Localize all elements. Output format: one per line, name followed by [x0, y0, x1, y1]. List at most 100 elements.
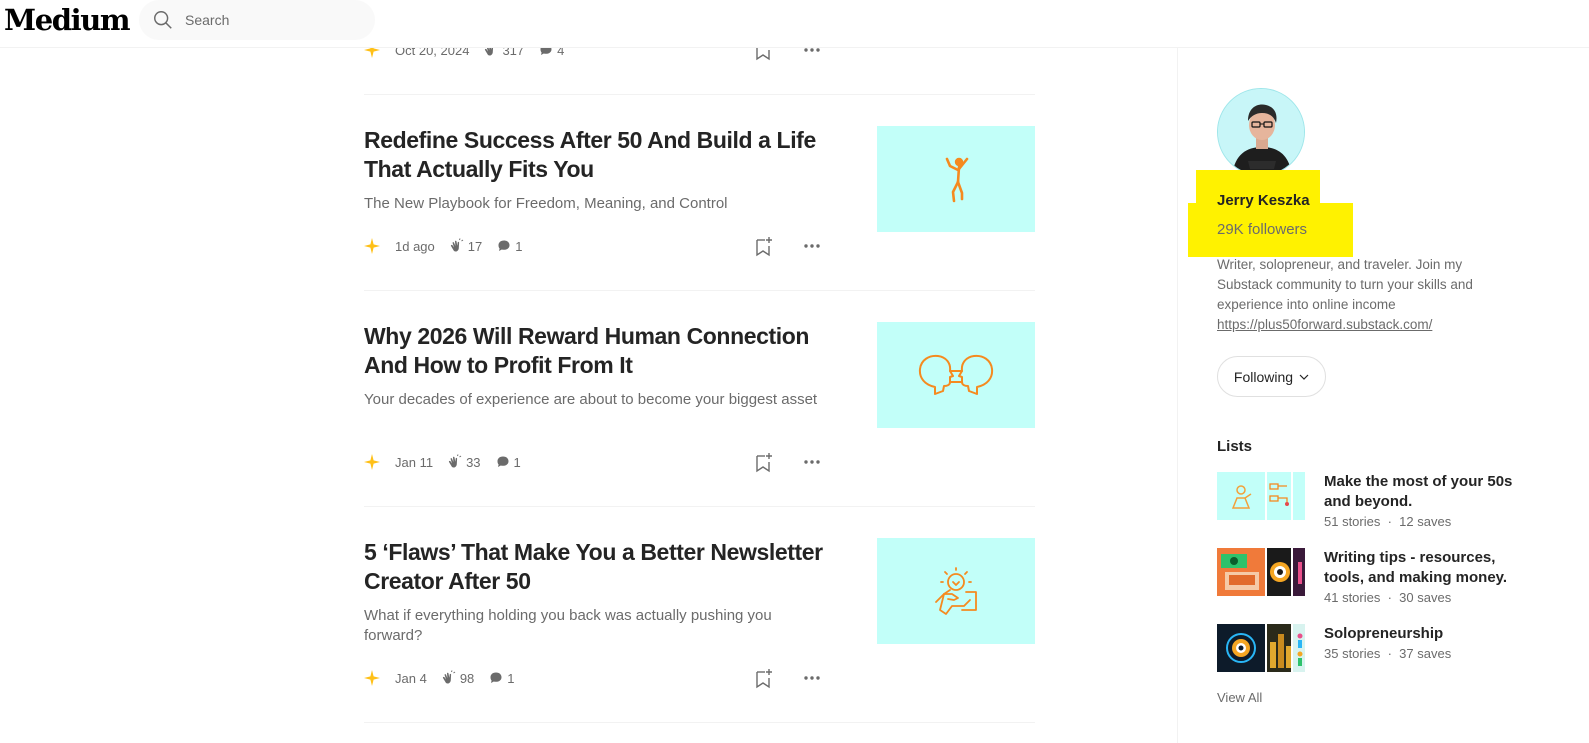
comment-icon — [490, 672, 502, 683]
list-saves: 12 saves — [1399, 514, 1452, 529]
list-cover-stack — [1217, 624, 1307, 672]
bio-link[interactable]: https://plus50forward.substack.com/ — [1217, 317, 1432, 332]
article-date: Jan 4 — [395, 670, 427, 686]
save-bookmark-button[interactable] — [753, 666, 775, 690]
list-cover — [1267, 472, 1293, 520]
meta-dot: · — [1384, 514, 1400, 529]
author-photo — [1218, 89, 1304, 175]
list-cover — [1293, 472, 1307, 520]
search-box[interactable] — [139, 0, 375, 40]
meta-dot: · — [1384, 590, 1400, 605]
target-icon — [1270, 562, 1290, 582]
clap-icon — [442, 670, 456, 684]
top-nav-bar: Medium — [0, 0, 1589, 48]
following-label: Following — [1233, 368, 1294, 385]
city-icon — [1270, 634, 1291, 668]
article-date: 1d ago — [395, 238, 435, 254]
article-title[interactable]: Why 2026 Will Reward Human Connection An… — [364, 322, 834, 380]
figure-icon — [1298, 562, 1302, 584]
claps-value: 17 — [467, 238, 483, 254]
comments-count[interactable]: 1 — [496, 238, 522, 254]
lists-heading: Lists — [1217, 438, 1253, 455]
save-bookmark-button[interactable] — [753, 450, 775, 474]
list-item[interactable]: Solopreneurship 35 stories · 37 saves — [1217, 624, 1547, 674]
list-item[interactable]: Make the most of your 50s and beyond. 51… — [1217, 472, 1547, 529]
claps-value: 98 — [459, 670, 475, 686]
more-icon — [804, 460, 820, 464]
two-heads-connection-icon — [918, 354, 994, 395]
article-thumbnail[interactable] — [877, 322, 1035, 428]
list-cover — [1217, 624, 1267, 672]
list-meta: 41 stories · 30 saves — [1324, 590, 1451, 605]
search-input[interactable] — [185, 12, 355, 28]
sidebar-divider — [1177, 48, 1178, 743]
article-meta-row: 1d ago 17 1 — [364, 234, 824, 258]
claps-count[interactable]: 17 — [449, 238, 482, 254]
author-bio: Writer, solopreneur, and traveler. Join … — [1217, 255, 1497, 335]
list-cover-stack — [1217, 472, 1307, 520]
comments-count[interactable]: 1 — [495, 454, 521, 470]
comments-value: 1 — [507, 670, 515, 686]
avatar[interactable] — [1217, 88, 1305, 176]
comment-icon — [498, 240, 510, 251]
feed-divider — [364, 506, 1035, 507]
flowchart-icon — [1269, 483, 1289, 506]
list-meta: 51 stories · 12 saves — [1324, 514, 1451, 529]
list-stories: 51 stories — [1324, 514, 1381, 529]
list-cover — [1267, 624, 1293, 672]
people-icon — [1297, 633, 1303, 666]
list-cover — [1267, 548, 1293, 596]
list-title[interactable]: Make the most of your 50s and beyond. — [1324, 472, 1539, 512]
list-cover — [1217, 472, 1267, 520]
list-title[interactable]: Solopreneurship — [1324, 624, 1539, 644]
list-title[interactable]: Writing tips - resources, tools, and mak… — [1324, 548, 1539, 588]
more-options-button[interactable] — [800, 450, 824, 474]
list-cover — [1293, 624, 1307, 672]
article-meta-row: Jan 11 33 1 — [364, 450, 824, 474]
article-title[interactable]: 5 ‘Flaws’ That Make You a Better Newslet… — [364, 538, 834, 596]
save-bookmark-button[interactable] — [753, 234, 775, 258]
article-thumbnail[interactable] — [877, 538, 1035, 644]
list-cover-stack — [1217, 548, 1307, 596]
list-saves: 30 saves — [1399, 590, 1452, 605]
article-thumbnail[interactable] — [877, 126, 1035, 232]
medium-logo[interactable]: Medium — [4, 3, 131, 37]
hand-holding-lightbulb-icon — [935, 567, 977, 615]
claps-count[interactable]: 33 — [447, 454, 481, 470]
more-icon — [804, 244, 820, 248]
feed-divider — [364, 94, 1035, 95]
list-stories: 35 stories — [1324, 646, 1381, 661]
more-options-button[interactable] — [800, 234, 824, 258]
comments-value: 1 — [513, 454, 521, 470]
comment-icon — [497, 456, 509, 467]
person-with-chart-icon — [1231, 485, 1252, 509]
bookmark-add-icon — [756, 237, 772, 257]
member-star-icon — [364, 238, 380, 254]
list-item[interactable]: Writing tips - resources, tools, and mak… — [1217, 548, 1547, 605]
view-all-lists-link[interactable]: View All — [1217, 690, 1262, 705]
claps-value: 33 — [466, 454, 481, 470]
clap-icon — [448, 454, 462, 468]
clap-icon — [450, 238, 464, 252]
article-subtitle: The New Playbook for Freedom, Meaning, a… — [364, 195, 728, 212]
feed-divider — [364, 290, 1035, 291]
article-title[interactable]: Redefine Success After 50 And Build a Li… — [364, 126, 834, 184]
bookmark-add-icon — [756, 453, 772, 473]
comments-count[interactable]: 1 — [488, 670, 515, 686]
bio-text: Writer, solopreneur, and traveler. Join … — [1217, 257, 1473, 312]
following-button[interactable]: Following — [1217, 356, 1326, 397]
article-meta-row: Jan 4 98 1 — [364, 666, 824, 690]
bookmark-add-icon — [756, 669, 772, 689]
followers-count[interactable]: 29K followers — [1217, 221, 1307, 238]
list-stories: 41 stories — [1324, 590, 1381, 605]
article-subtitle: What if everything holding you back was … — [364, 607, 772, 644]
claps-count[interactable]: 98 — [441, 670, 474, 686]
article-date: Jan 11 — [395, 454, 434, 470]
author-name[interactable]: Jerry Keszka — [1217, 192, 1310, 209]
more-options-button[interactable] — [800, 666, 824, 690]
meta-dot: · — [1384, 646, 1400, 661]
member-star-icon — [364, 454, 380, 470]
list-cover — [1293, 548, 1307, 596]
more-icon — [804, 676, 820, 680]
chevron-down-icon — [1299, 374, 1309, 380]
